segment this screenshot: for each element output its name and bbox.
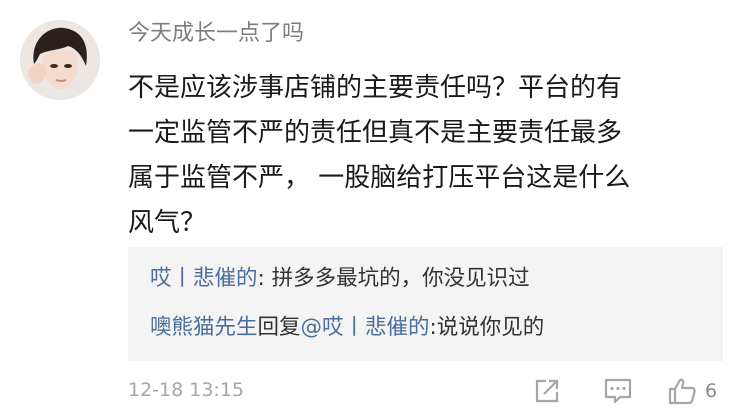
share-icon — [535, 379, 559, 403]
comment-text: 不是应该涉事店铺的主要责任吗？平台的有 一定监管不严的责任但真不是主要责任最多 … — [128, 66, 728, 246]
comment-button[interactable] — [603, 376, 633, 406]
reply-author[interactable]: 哎丨悲催的 — [150, 266, 258, 291]
like-count: 6 — [705, 380, 718, 402]
comment-line: 风气？ — [128, 208, 207, 238]
reply-item[interactable]: 哎丨悲催的: 拼多多最坑的，你没见识过 — [150, 264, 530, 294]
reply-author[interactable]: 噢熊猫先生 — [150, 315, 258, 340]
comment-username[interactable]: 今天成长一点了吗 — [128, 19, 304, 49]
reply-text: 说说你见的 — [436, 315, 545, 340]
reply-item[interactable]: 噢熊猫先生回复@哎丨悲催的:说说你见的 — [150, 313, 544, 343]
reply-separator: : — [429, 315, 437, 340]
comment-line: 不是应该涉事店铺的主要责任吗？平台的有 — [128, 73, 623, 103]
reply-box[interactable]: 哎丨悲催的: 拼多多最坑的，你没见识过 噢熊猫先生回复@哎丨悲催的:说说你见的 — [128, 247, 723, 361]
reply-text: 拼多多最坑的，你没见识过 — [271, 266, 530, 291]
share-button[interactable] — [533, 376, 561, 406]
reply-verb: 回复 — [257, 315, 301, 340]
thumbs-up-icon — [668, 378, 696, 405]
comment-timestamp: 12-18 13:15 — [128, 379, 245, 401]
reply-separator: : — [257, 266, 272, 291]
like-button[interactable]: 6 — [667, 376, 717, 406]
comment-line: 一定监管不严的责任但真不是主要责任最多 — [128, 118, 623, 148]
avatar[interactable] — [20, 20, 100, 100]
comment-line: 属于监管不严， 一股脑给打压平台这是什么 — [128, 163, 631, 193]
comment-icon — [604, 378, 632, 404]
reply-target[interactable]: @哎丨悲催的 — [301, 315, 430, 340]
